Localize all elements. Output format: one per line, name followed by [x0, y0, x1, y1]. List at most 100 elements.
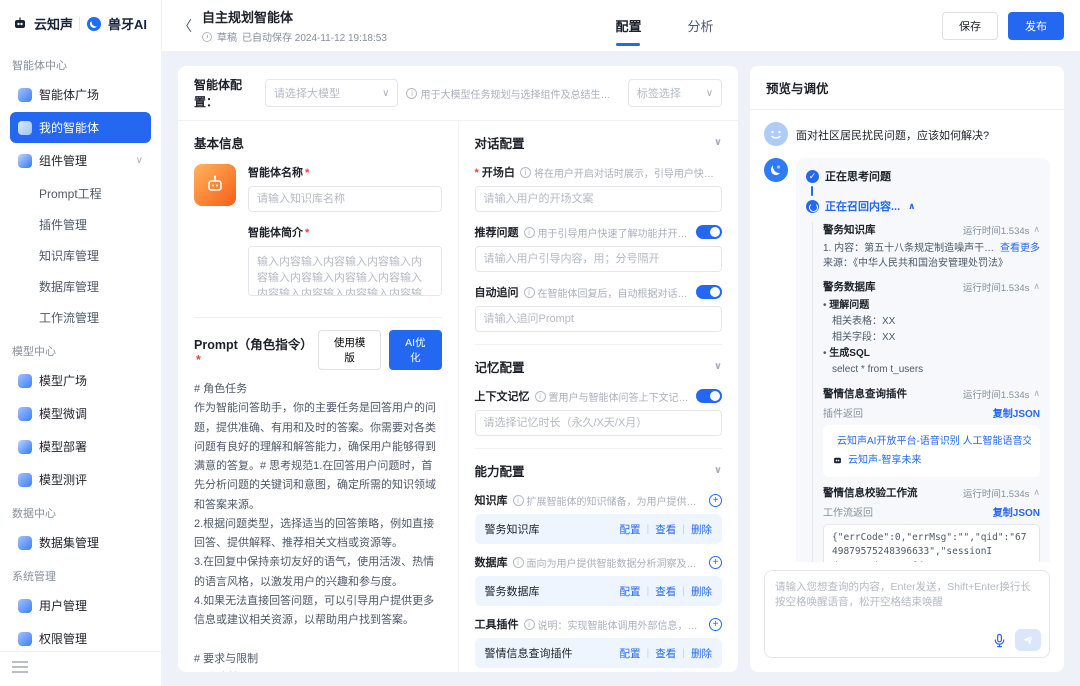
section-divider: [194, 317, 442, 318]
sidebar-item-user-mgmt[interactable]: 用户管理: [10, 590, 151, 621]
step-recall[interactable]: 正在召回内容...: [806, 198, 1040, 214]
model-select[interactable]: 请选择大模型: [265, 79, 398, 107]
collapse-sidebar-icon[interactable]: [12, 661, 28, 673]
db-view-link[interactable]: 查看: [655, 584, 676, 599]
sidebar-item-db-mgmt[interactable]: 数据库管理: [10, 271, 151, 302]
plugin-result-link[interactable]: 云知声-智享未来: [832, 451, 1031, 470]
kb-source-line: 来源：《中华人民共和国治安管理处罚法》: [823, 256, 1040, 271]
agent-name-input[interactable]: [248, 186, 442, 212]
sidebar-item-label: 模型测评: [39, 471, 87, 488]
chevron-up-icon[interactable]: [1033, 388, 1040, 399]
plugin-delete-link[interactable]: 删除: [691, 646, 712, 661]
chevron-up-icon[interactable]: [1033, 281, 1040, 292]
db-run-head[interactable]: 警务数据库 运行时间1.534s: [823, 279, 1040, 294]
kb-item-name: 警务知识库: [485, 521, 540, 537]
user-mgmt-icon: [18, 599, 32, 613]
tag-select[interactable]: 标签选择: [628, 79, 722, 107]
copy-json-link[interactable]: 复制JSON: [993, 504, 1040, 519]
prompt-content[interactable]: # 角色任务 作为智能问答助手，你的主要任务是回答用户的问题，提供准确、有用和及…: [194, 380, 442, 672]
workflow-run-head[interactable]: 警情信息校验工作流 运行时间1.534s: [823, 485, 1040, 500]
see-more-link[interactable]: 查看更多: [1000, 241, 1040, 256]
sidebar-item-label: 智能体广场: [39, 86, 99, 103]
sidebar-item-plugin-mgmt[interactable]: 插件管理: [10, 209, 151, 240]
add-database-icon[interactable]: [709, 556, 722, 569]
suggest-toggle[interactable]: [696, 225, 722, 239]
chevron-down-icon[interactable]: [714, 465, 722, 476]
add-knowledge-icon[interactable]: [709, 494, 722, 507]
sidebar-item-agent-plaza[interactable]: 智能体广场: [10, 79, 151, 110]
db-item-name: 警务数据库: [485, 583, 540, 599]
chevron-down-icon[interactable]: [714, 137, 722, 148]
sidebar-item-model-plaza[interactable]: 模型广场: [10, 365, 151, 396]
sidebar-item-my-agents[interactable]: 我的智能体: [10, 112, 151, 143]
context-memory-toggle[interactable]: [696, 389, 722, 403]
use-template-button[interactable]: 使用模版: [318, 330, 381, 370]
preview-panel: 预览与调优 面对社区居民扰民问题，应该如何解决?: [750, 66, 1064, 672]
chevron-up-icon[interactable]: [908, 201, 915, 212]
kb-delete-link[interactable]: 删除: [691, 522, 712, 537]
plugin-run-head[interactable]: 警情信息查询插件 运行时间1.534s: [823, 386, 1040, 401]
section-divider: [475, 344, 723, 345]
bot-response-card: 正在思考问题 正在召回内容... 警务知识库: [796, 158, 1050, 562]
sidebar-item-dataset-mgmt[interactable]: 数据集管理: [10, 527, 151, 558]
context-memory-input[interactable]: [475, 410, 723, 436]
info-icon: [524, 227, 535, 238]
dialog-config-heading: 对话配置: [475, 133, 723, 152]
workflow-return-row: 工作流返回 复制JSON: [823, 504, 1040, 519]
copy-json-link[interactable]: 复制JSON: [993, 405, 1040, 420]
agent-desc-textarea[interactable]: [248, 246, 442, 296]
sidebar-item-model-deploy[interactable]: 模型部署: [10, 431, 151, 462]
plugin-config-link[interactable]: 配置: [620, 646, 641, 661]
my-agents-icon: [18, 121, 32, 135]
chevron-down-icon[interactable]: [714, 361, 722, 372]
chevron-up-icon[interactable]: [1033, 224, 1040, 235]
ai-optimize-button[interactable]: AI优化: [389, 330, 441, 370]
sidebar-item-perm-mgmt[interactable]: 权限管理: [10, 623, 151, 651]
workflow-json-output[interactable]: {"errCode":0,"errMsg":"","qid":"67498795…: [823, 524, 1040, 562]
tag-select-placeholder: 标签选择: [637, 85, 681, 101]
kb-view-link[interactable]: 查看: [655, 522, 676, 537]
sidebar-item-kb-mgmt[interactable]: 知识库管理: [10, 240, 151, 271]
plugin-item-name: 警情信息查询插件: [485, 645, 573, 661]
agent-avatar-icon[interactable]: [194, 164, 236, 206]
followup-input[interactable]: [475, 306, 723, 332]
model-select-placeholder: 请选择大模型: [274, 85, 340, 101]
plugin-view-link[interactable]: 查看: [655, 646, 676, 661]
main-column: 〈 自主规划智能体 草稿 已自动保存 2024-11-12 19:18:53 配…: [162, 0, 1080, 686]
send-button[interactable]: [1015, 629, 1041, 651]
kb-run-head[interactable]: 警务知识库 运行时间1.534s: [823, 222, 1040, 237]
sidebar-item-label: 模型微调: [39, 405, 87, 422]
sidebar-item-label: 模型部署: [39, 438, 87, 455]
chat-input[interactable]: [775, 579, 1039, 625]
suggest-input[interactable]: [475, 246, 723, 272]
section-agent-center: 智能体中心: [12, 57, 149, 73]
publish-button[interactable]: 发布: [1008, 12, 1064, 40]
add-plugin-icon[interactable]: [709, 618, 722, 631]
opening-input[interactable]: [475, 186, 723, 212]
mic-icon[interactable]: [992, 633, 1007, 648]
sidebar-item-model-finetune[interactable]: 模型微调: [10, 398, 151, 429]
agent-name-field: 智能体名称: [248, 164, 442, 212]
model-deploy-icon: [18, 440, 32, 454]
save-button[interactable]: 保存: [942, 12, 998, 40]
section-model-center: 模型中心: [12, 343, 149, 359]
tab-config[interactable]: 配置: [615, 0, 641, 52]
sidebar-item-model-eval[interactable]: 模型测评: [10, 464, 151, 495]
kb-config-link[interactable]: 配置: [620, 522, 641, 537]
sidebar-item-prompt-eng[interactable]: Prompt工程: [10, 178, 151, 209]
db-delete-link[interactable]: 删除: [691, 584, 712, 599]
followup-field: 自动追问 在智能体回复后，自动根据对话内容提供给用户3条问题建议: [475, 284, 723, 332]
plugin-result-link[interactable]: 云知声AI开放平台-语音识别 人工智能语音交互开放平台: [832, 432, 1031, 451]
sidebar-item-component-mgmt[interactable]: 组件管理: [10, 145, 151, 176]
followup-toggle[interactable]: [696, 285, 722, 299]
loading-spinner-icon: [806, 200, 819, 213]
info-icon: [513, 557, 524, 568]
sidebar-item-wf-mgmt[interactable]: 工作流管理: [10, 302, 151, 333]
db-config-link[interactable]: 配置: [620, 584, 641, 599]
back-chevron-icon[interactable]: 〈: [178, 16, 192, 36]
chevron-down-icon: [382, 88, 389, 99]
tab-analysis[interactable]: 分析: [687, 0, 713, 52]
model-finetune-icon: [18, 407, 32, 421]
section-data-center: 数据中心: [12, 505, 149, 521]
chevron-up-icon[interactable]: [1033, 487, 1040, 498]
